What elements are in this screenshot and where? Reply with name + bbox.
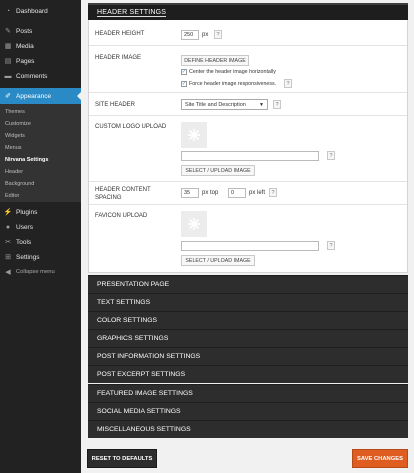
admin-sidebar: ◔ Dashboard ✎ Posts ▦ Media ▤ Pages ▬ Comment… (0, 0, 81, 473)
help-icon[interactable]: ? (273, 100, 281, 109)
select-logo-button[interactable]: SELECT / UPLOAD IMAGE (181, 165, 255, 176)
help-icon[interactable]: ? (327, 241, 335, 250)
active-indicator (77, 92, 81, 100)
header-image-label: HEADER IMAGE (95, 55, 142, 61)
spacing-left-unit: px left (249, 190, 266, 196)
site-header-select[interactable]: Site Title and Description ▼ (181, 99, 268, 110)
sidebar-item-settings[interactable]: ⊞ Settings (0, 249, 81, 265)
section-color-settings[interactable]: COLOR SETTINGS (88, 311, 408, 329)
favicon-preview-image (181, 211, 207, 237)
section-social-media-settings[interactable]: SOCIAL MEDIA SETTINGS (88, 402, 408, 420)
define-header-image-button[interactable]: DEFINE HEADER IMAGE (181, 55, 249, 66)
logo-url-input[interactable] (181, 151, 319, 161)
custom-logo-label: CUSTOM LOGO UPLOAD (95, 124, 167, 130)
section-post-information-settings[interactable]: POST INFORMATION SETTINGS (88, 347, 408, 365)
sidebar-item-users[interactable]: ● Users (0, 219, 81, 235)
row-site-header: SITE HEADER Site Title and Description ▼… (89, 93, 407, 116)
media-icon: ▦ (4, 42, 12, 50)
sidebar-item-dashboard[interactable]: ◔ Dashboard (0, 3, 81, 19)
pushpin-icon: ✎ (5, 27, 11, 35)
logo-preview-image (181, 122, 207, 148)
responsive-header-checkbox[interactable]: ✓ (181, 81, 187, 87)
favicon-label: FAVICON UPLOAD (95, 213, 148, 219)
section-post-excerpt-settings[interactable]: POST EXCERPT SETTINGS (88, 365, 408, 383)
site-header-label: SITE HEADER (95, 102, 136, 108)
submenu-background[interactable]: Background (0, 178, 81, 190)
help-icon[interactable]: ? (284, 79, 292, 88)
reset-to-defaults-button[interactable]: RESET TO DEFAULTS (87, 449, 157, 468)
settings-icon: ⊞ (5, 253, 11, 261)
header-height-label: HEADER HEIGHT (95, 31, 145, 37)
section-text-settings[interactable]: TEXT SETTINGS (88, 293, 408, 311)
paintbrush-icon: ✐ (5, 92, 11, 100)
header-height-input[interactable]: 250 (181, 30, 199, 40)
favicon-url-input[interactable] (181, 241, 319, 251)
submenu-editor[interactable]: Editor (0, 190, 81, 202)
row-header-height: HEADER HEIGHT 250 px ? (89, 20, 407, 46)
submenu-menus[interactable]: Menus (0, 142, 81, 154)
help-icon[interactable]: ? (214, 30, 222, 39)
section-miscellaneous-settings[interactable]: MISCELLANEOUS SETTINGS (88, 420, 408, 438)
collapse-menu[interactable]: ◀ Collapse menu (0, 264, 81, 280)
responsive-header-label: Force header image responsiveness. (189, 81, 277, 87)
spacing-top-unit: px top (202, 190, 219, 196)
content-spacing-label: HEADER CONTENT SPACING (95, 187, 151, 201)
help-icon[interactable]: ? (269, 188, 277, 197)
settings-panel: HEADER SETTINGS HEADER HEIGHT 250 px ? H… (88, 0, 408, 440)
section-presentation-page[interactable]: PRESENTATION PAGE (88, 275, 408, 293)
sidebar-item-plugins[interactable]: ⚡ Plugins (0, 204, 81, 220)
submenu-themes[interactable]: Themes (0, 106, 81, 118)
row-header-image: HEADER IMAGE DEFINE HEADER IMAGE ✓ Cente… (89, 46, 407, 93)
sidebar-item-media[interactable]: ▦ Media (0, 38, 81, 54)
collapse-icon: ◀ (5, 268, 11, 276)
center-header-label: Center the header image horizontally (189, 69, 276, 75)
section-graphics-settings[interactable]: GRAPHICS SETTINGS (88, 329, 408, 347)
sidebar-item-appearance[interactable]: ✐ Appearance (0, 88, 81, 104)
help-icon[interactable]: ? (327, 151, 335, 160)
plugin-icon: ⚡ (3, 208, 13, 216)
section-featured-image-settings[interactable]: FEATURED IMAGE SETTINGS (88, 384, 408, 402)
row-custom-logo: CUSTOM LOGO UPLOAD ? SELECT / UPLOAD IMA… (89, 116, 407, 182)
header-settings-body: HEADER HEIGHT 250 px ? HEADER IMAGE DEFI… (88, 20, 408, 273)
users-icon: ● (5, 223, 11, 231)
sidebar-item-tools[interactable]: ✂ Tools (0, 234, 81, 250)
dashboard-icon: ◔ (5, 7, 11, 15)
wrench-icon: ✂ (5, 238, 11, 246)
dropdown-arrow-icon: ▼ (259, 101, 264, 108)
submenu-header[interactable]: Header (0, 166, 81, 178)
sidebar-item-pages[interactable]: ▤ Pages (0, 53, 81, 69)
header-height-unit: px (202, 32, 209, 38)
spacing-left-input[interactable]: 0 (228, 188, 246, 198)
spacing-top-input[interactable]: 35 (181, 188, 199, 198)
row-content-spacing: HEADER CONTENT SPACING 35 px top 0 px le… (89, 182, 407, 205)
sidebar-item-comments[interactable]: ▬ Comments (0, 68, 81, 84)
sidebar-item-posts[interactable]: ✎ Posts (0, 23, 81, 39)
comments-icon: ▬ (4, 72, 12, 80)
save-changes-button[interactable]: SAVE CHANGES (352, 449, 408, 468)
header-settings-title[interactable]: HEADER SETTINGS (88, 3, 408, 20)
submenu-nirvana-settings[interactable]: Nirvana Settings (0, 154, 81, 166)
submenu-customize[interactable]: Customize (0, 118, 81, 130)
center-header-checkbox[interactable]: ✓ (181, 69, 187, 75)
select-favicon-button[interactable]: SELECT / UPLOAD IMAGE (181, 255, 255, 266)
row-favicon: FAVICON UPLOAD ? SELECT / UPLOAD IMAGE (89, 205, 407, 272)
submenu-widgets[interactable]: Widgets (0, 130, 81, 142)
pages-icon: ▤ (4, 57, 12, 65)
